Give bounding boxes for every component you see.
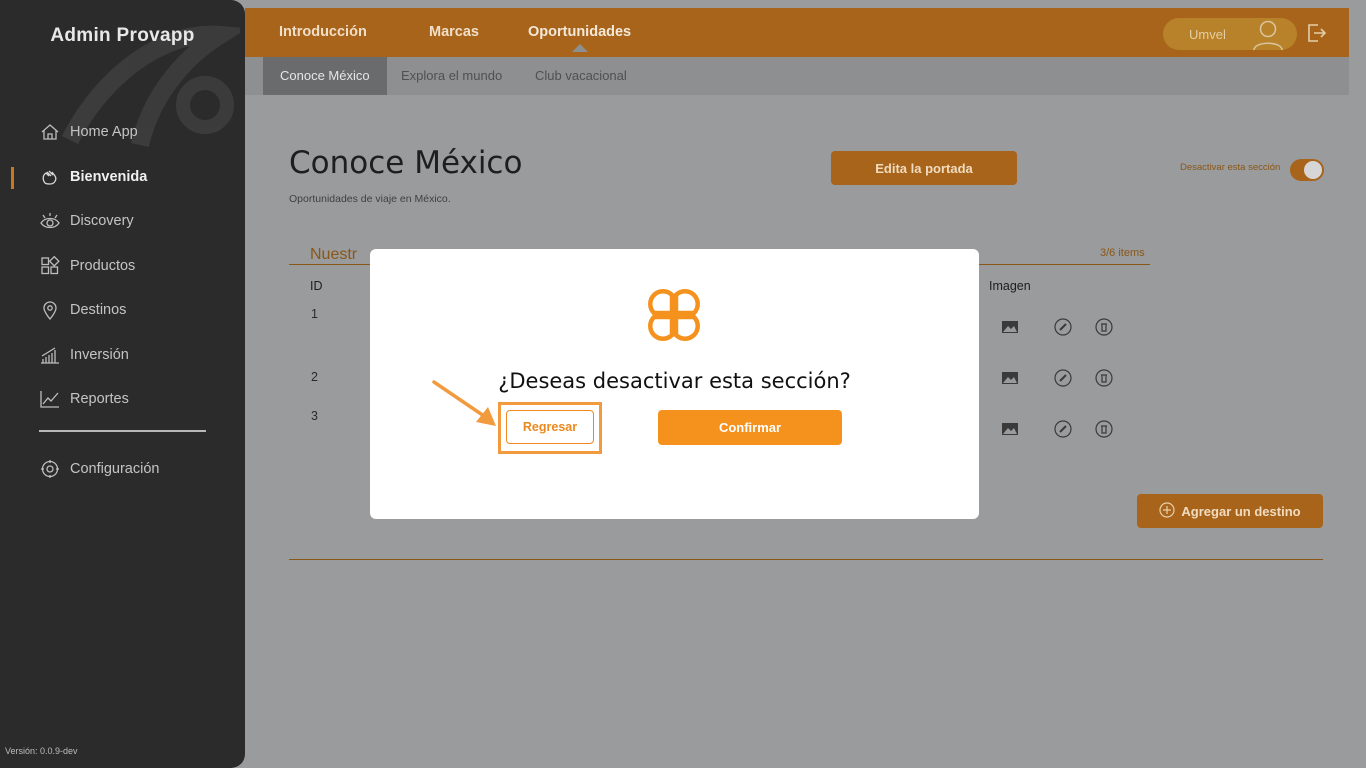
- delete-trash-icon[interactable]: [1093, 367, 1115, 389]
- top-nav-bar: Introducción Marcas Oportunidades Umvel: [245, 8, 1349, 57]
- add-destination-button[interactable]: Agregar un destino: [1137, 494, 1323, 528]
- edit-cover-button[interactable]: Edita la portada: [831, 151, 1017, 185]
- sidebar-item-configuracion[interactable]: Configuración: [0, 447, 245, 492]
- sidebar-item-home-app[interactable]: Home App: [0, 110, 245, 155]
- version-label: Versión: 0.0.9-dev: [5, 746, 78, 756]
- sidebar-item-discovery[interactable]: Discovery: [0, 199, 245, 244]
- sidebar-config: Configuración: [0, 447, 245, 492]
- section-title: Nuestr: [310, 246, 358, 263]
- plus-circle-icon: [1159, 501, 1176, 521]
- back-button[interactable]: Regresar: [506, 410, 594, 444]
- sidebar: Admin Provapp Home App Bienvenida Discov…: [0, 0, 245, 768]
- sub-nav-bar: Conoce México Explora el mundo Club vaca…: [245, 57, 1349, 95]
- subtab-explora-el-mundo[interactable]: Explora el mundo: [401, 57, 502, 95]
- tab-oportunidades[interactable]: Oportunidades: [528, 24, 631, 52]
- user-menu-button[interactable]: Umvel: [1163, 18, 1297, 51]
- sidebar-item-label: Discovery: [70, 213, 134, 230]
- location-pin-icon: [39, 299, 61, 321]
- edit-pencil-icon[interactable]: [1052, 316, 1074, 338]
- confirm-button[interactable]: Confirmar: [658, 410, 842, 445]
- app-brand: Admin Provapp: [50, 25, 195, 46]
- sidebar-item-label: Inversión: [70, 346, 129, 363]
- row-id: 2: [311, 370, 318, 384]
- delete-trash-icon[interactable]: [1093, 316, 1115, 338]
- user-name: Umvel: [1189, 26, 1226, 42]
- edit-pencil-icon[interactable]: [1052, 367, 1074, 389]
- image-icon[interactable]: [999, 316, 1021, 338]
- tab-marcas[interactable]: Marcas: [429, 24, 479, 40]
- sidebar-item-destinos[interactable]: Destinos: [0, 288, 245, 333]
- clover-logo-icon: [640, 281, 708, 354]
- sidebar-item-label: Configuración: [70, 461, 160, 478]
- eye-icon: [39, 210, 61, 232]
- sidebar-item-bienvenida[interactable]: Bienvenida: [0, 155, 245, 200]
- deactivate-section-label: Desactivar esta sección: [1180, 162, 1281, 173]
- add-destination-label: Agregar un destino: [1181, 503, 1301, 519]
- sidebar-item-productos[interactable]: Productos: [0, 244, 245, 289]
- sidebar-nav: Home App Bienvenida Discovery Productos …: [0, 110, 245, 422]
- subtab-club-vacacional[interactable]: Club vacacional: [535, 57, 627, 95]
- home-icon: [39, 121, 61, 143]
- image-icon[interactable]: [999, 367, 1021, 389]
- sidebar-item-label: Home App: [70, 124, 138, 141]
- image-icon[interactable]: [999, 418, 1021, 440]
- user-avatar-icon: [1251, 19, 1285, 54]
- sidebar-item-label: Productos: [70, 257, 136, 274]
- page-subtitle: Oportunidades de viaje en México.: [289, 193, 451, 205]
- logout-icon[interactable]: [1305, 22, 1327, 44]
- deactivate-section-toggle[interactable]: [1290, 159, 1324, 181]
- sidebar-item-label: Reportes: [70, 391, 129, 408]
- sidebar-item-label: Bienvenida: [70, 168, 148, 185]
- sidebar-item-label: Destinos: [70, 302, 127, 319]
- bar-chart-icon: [39, 344, 61, 366]
- sidebar-item-inversion[interactable]: Inversión: [0, 333, 245, 378]
- row-id: 1: [311, 307, 318, 321]
- annotation-arrow-icon: [432, 380, 496, 426]
- waving-hand-icon: [39, 166, 61, 188]
- gear-icon: [39, 458, 61, 480]
- items-count: 3/6 items: [1100, 247, 1145, 259]
- row-id: 3: [311, 409, 318, 423]
- delete-trash-icon[interactable]: [1093, 418, 1115, 440]
- sidebar-divider: [39, 430, 206, 432]
- edit-pencil-icon[interactable]: [1052, 418, 1074, 440]
- products-grid-icon: [39, 255, 61, 277]
- subtab-conoce-mexico[interactable]: Conoce México: [263, 57, 387, 95]
- sidebar-item-reportes[interactable]: Reportes: [0, 377, 245, 422]
- section-bottom-divider: [289, 559, 1323, 560]
- tab-introduccion[interactable]: Introducción: [279, 24, 367, 40]
- line-chart-icon: [39, 388, 61, 410]
- column-header-image: Imagen: [989, 279, 1031, 293]
- column-header-id: ID: [310, 279, 323, 293]
- page-title: Conoce México: [289, 145, 523, 181]
